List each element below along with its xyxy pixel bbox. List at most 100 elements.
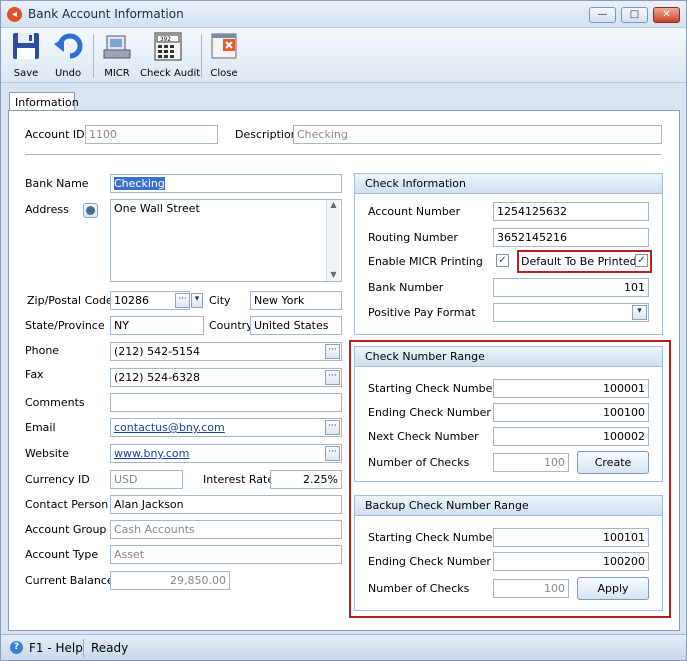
state-field[interactable]: NY [110, 316, 204, 335]
information-panel: Account ID 1100 Description Checking Ban… [8, 110, 680, 631]
check-information-group: Check Information Account Number 1254125… [354, 173, 663, 335]
current-balance-label: Current Balance [25, 574, 114, 587]
chevron-down-icon[interactable]: ▾ [632, 305, 647, 320]
zip-dropdown-icon[interactable]: ▾ [191, 293, 203, 308]
scroll-down-icon[interactable]: ▼ [327, 270, 340, 279]
calculator-display: 392 [160, 36, 171, 43]
account-number-field[interactable]: 1254125632 [493, 202, 649, 221]
email-field[interactable]: contactus@bny.com [110, 418, 342, 437]
routing-number-label: Routing Number [368, 231, 458, 244]
backup-starting-check-field[interactable]: 100101 [493, 528, 649, 547]
check-audit-button[interactable]: 392 Check Audit [140, 30, 201, 80]
account-group-field[interactable]: Cash Accounts [110, 520, 342, 539]
state-label: State/Province [25, 319, 105, 332]
next-check-label: Next Check Number [368, 430, 479, 443]
country-field[interactable]: United States [250, 316, 342, 335]
status-text: Ready [91, 641, 129, 655]
city-label: City [209, 294, 231, 307]
scroll-up-icon[interactable]: ▲ [327, 200, 340, 209]
website-label: Website [25, 447, 69, 460]
undo-button[interactable]: Undo [48, 30, 88, 80]
bank-number-field[interactable]: 101 [493, 278, 649, 297]
app-icon: ◂ [7, 7, 22, 22]
phone-ellipsis-button[interactable]: ··· [325, 344, 340, 359]
account-id-field[interactable]: 1100 [85, 125, 218, 144]
comments-field[interactable] [110, 393, 342, 412]
account-type-field[interactable]: Asset [110, 545, 342, 564]
close-window-button[interactable]: ✕ [653, 7, 680, 23]
backup-check-range-group: Backup Check Number Range Starting Check… [354, 495, 663, 611]
ending-check-field[interactable]: 100100 [493, 403, 649, 422]
account-group-label: Account Group [25, 523, 107, 536]
backup-check-range-title: Backup Check Number Range [355, 496, 662, 516]
current-balance-field[interactable]: 29,850.00 [110, 571, 230, 590]
default-to-be-printed-label: Default To Be Printed [521, 255, 637, 268]
help-icon[interactable]: ? [10, 641, 23, 654]
micr-printer-icon [101, 30, 133, 62]
window-title: Bank Account Information [28, 7, 184, 21]
tab-strip: Information [1, 83, 686, 112]
ending-check-label: Ending Check Number [368, 406, 491, 419]
toolbar-separator [93, 34, 94, 78]
starting-check-field[interactable]: 100001 [493, 379, 649, 398]
undo-arrow-icon [52, 30, 84, 62]
micr-button[interactable]: MICR [100, 30, 134, 80]
fax-label: Fax [25, 368, 44, 381]
zip-lookup-button[interactable]: ··· [175, 293, 190, 308]
check-number-range-group: Check Number Range Starting Check Number… [354, 346, 663, 482]
account-number-label: Account Number [368, 205, 461, 218]
toolbar-separator [201, 34, 202, 78]
email-ellipsis-button[interactable]: ··· [325, 420, 340, 435]
country-label: Country [209, 319, 253, 332]
divider [25, 154, 661, 155]
address-scrollbar[interactable]: ▲ ▼ [326, 200, 340, 281]
close-label: Close [210, 68, 238, 79]
bank-name-field[interactable]: Checking [110, 174, 342, 193]
create-button[interactable]: Create [577, 451, 649, 474]
backup-ending-check-field[interactable]: 100200 [493, 552, 649, 571]
contact-person-label: Contact Person [25, 498, 109, 511]
restore-button[interactable]: □ [621, 7, 648, 23]
apply-button[interactable]: Apply [577, 577, 649, 600]
enable-micr-checkbox[interactable]: ✓ [496, 254, 509, 267]
city-field[interactable]: New York [250, 291, 342, 310]
check-audit-label: Check Audit [140, 68, 201, 79]
address-map-button[interactable] [83, 203, 98, 218]
website-ellipsis-button[interactable]: ··· [325, 446, 340, 461]
description-label: Description [235, 128, 298, 141]
calculator-icon: 392 [152, 30, 184, 62]
website-field[interactable]: www.bny.com [110, 444, 342, 463]
micr-label: MICR [104, 68, 130, 79]
close-button[interactable]: Close [207, 30, 241, 80]
phone-field[interactable]: (212) 542-5154 [110, 342, 342, 361]
currency-label: Currency ID [25, 473, 90, 486]
address-label: Address [25, 203, 69, 216]
backup-number-of-checks-field[interactable]: 100 [493, 579, 569, 598]
status-divider [83, 639, 84, 657]
fax-field[interactable]: (212) 524-6328 [110, 368, 342, 387]
bank-account-window: ◂ Bank Account Information — □ ✕ Save Un… [0, 0, 687, 661]
next-check-field[interactable]: 100002 [493, 427, 649, 446]
address-field[interactable]: One Wall Street [110, 199, 342, 282]
fax-ellipsis-button[interactable]: ··· [325, 370, 340, 385]
number-of-checks-field[interactable]: 100 [493, 453, 569, 472]
positive-pay-label: Positive Pay Format [368, 306, 476, 319]
help-shortcut[interactable]: F1 - Help [29, 641, 83, 655]
routing-number-field[interactable]: 3652145216 [493, 228, 649, 247]
interest-rate-field[interactable]: 2.25% [270, 470, 342, 489]
tab-information[interactable]: Information [9, 92, 79, 112]
currency-field[interactable]: USD [110, 470, 183, 489]
save-label: Save [13, 68, 39, 79]
default-to-be-printed-checkbox[interactable]: ✓ [635, 254, 648, 267]
close-window-icon [208, 30, 240, 62]
bank-name-label: Bank Name [25, 177, 89, 190]
description-field[interactable]: Checking [293, 125, 662, 144]
bank-name-value: Checking [114, 177, 165, 190]
backup-ending-check-label: Ending Check Number [368, 555, 491, 568]
positive-pay-select[interactable] [493, 303, 649, 322]
minimize-button[interactable]: — [589, 7, 616, 23]
contact-person-field[interactable]: Alan Jackson [110, 495, 342, 514]
save-button[interactable]: Save [6, 30, 46, 80]
number-of-checks-label: Number of Checks [368, 456, 470, 469]
comments-label: Comments [25, 396, 85, 409]
